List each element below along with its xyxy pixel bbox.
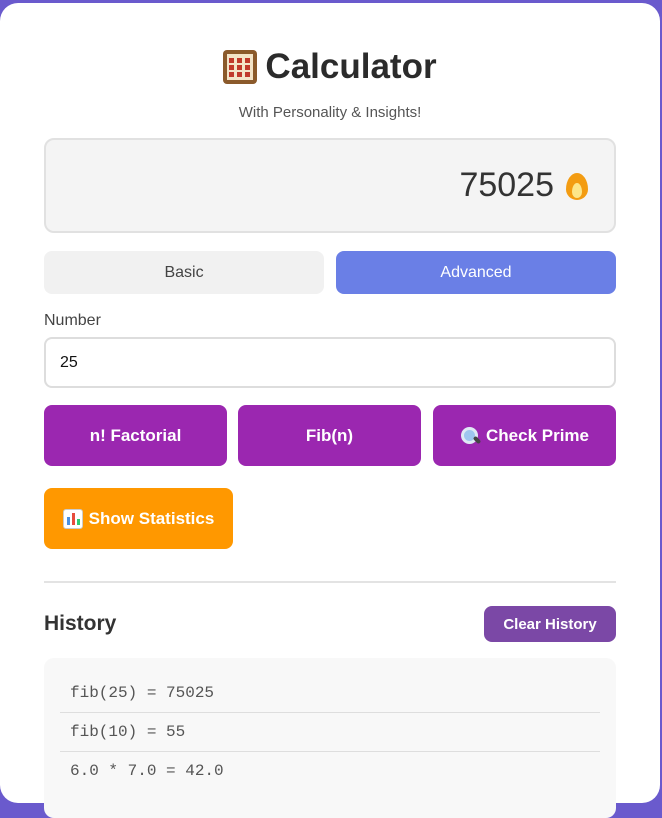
factorial-label: n! Factorial: [89, 425, 182, 445]
check-prime-label: Check Prime: [486, 425, 589, 445]
history-item: fib(25) = 75025: [60, 674, 600, 713]
page-title: Calculator: [0, 47, 660, 87]
check-prime-button[interactable]: Check Prime: [433, 405, 616, 466]
bar-chart-icon: [62, 508, 83, 529]
number-label: Number: [44, 312, 101, 329]
fibonacci-button[interactable]: Fib(n): [238, 405, 421, 466]
factorial-button[interactable]: n! Factorial: [44, 405, 227, 466]
history-list: fib(25) = 75025 fib(10) = 55 6.0 * 7.0 =…: [44, 658, 616, 818]
number-input[interactable]: [44, 337, 616, 388]
abacus-icon: [223, 50, 258, 84]
history-item: fib(10) = 55: [60, 713, 600, 752]
advanced-mode-button[interactable]: Advanced: [336, 251, 616, 294]
history-title: History: [44, 612, 117, 635]
show-statistics-button[interactable]: Show Statistics: [44, 488, 233, 549]
clear-history-button[interactable]: Clear History: [484, 606, 616, 642]
fire-icon: [564, 171, 590, 201]
display-value: 75025: [459, 166, 554, 204]
app-title: Calculator: [265, 47, 437, 86]
result-display: 75025: [44, 138, 616, 233]
section-divider: [44, 581, 616, 583]
show-statistics-label: Show Statistics: [88, 508, 215, 528]
history-item: 6.0 * 7.0 = 42.0: [70, 762, 224, 780]
basic-mode-button[interactable]: Basic: [44, 251, 324, 294]
magnifying-glass-icon: [460, 426, 480, 446]
fibonacci-label: Fib(n): [305, 425, 354, 445]
app-subtitle: With Personality & Insights!: [238, 104, 422, 121]
